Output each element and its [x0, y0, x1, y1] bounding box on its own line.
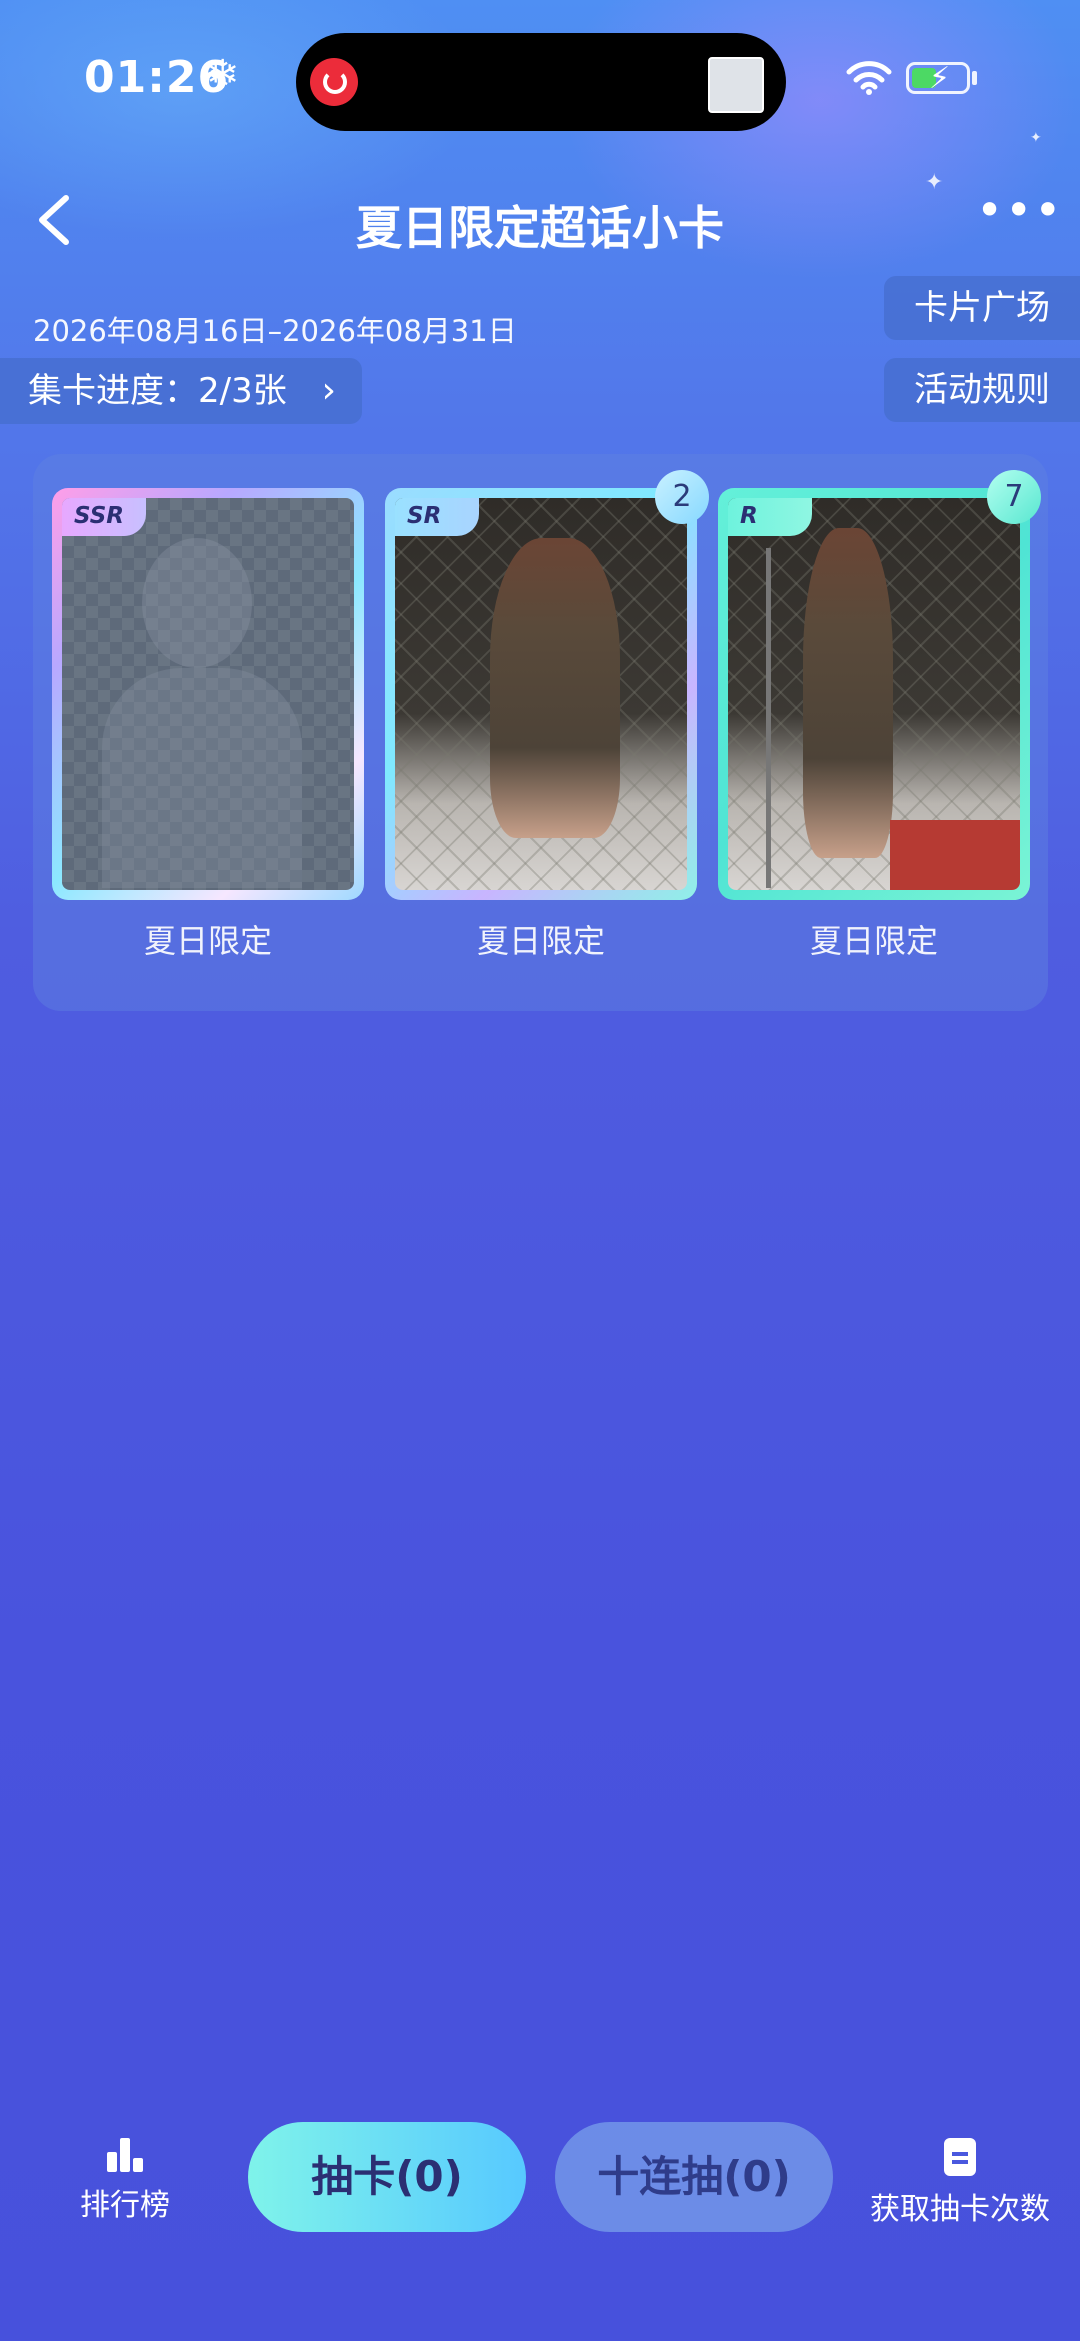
battery-icon: ⚡ [906, 61, 970, 96]
music-app-icon [310, 58, 358, 106]
more-options-icon[interactable]: ••• [976, 187, 1061, 250]
rarity-badge: SR [395, 498, 479, 536]
ten-draw-button[interactable]: 十连抽(0) [555, 2122, 833, 2232]
card-ssr[interactable]: SSR [52, 488, 364, 900]
card-photo: SR [395, 498, 687, 890]
chevron-right-icon: › [321, 370, 336, 411]
collection-progress-button[interactable]: 集卡进度：2/3张 › [0, 358, 362, 424]
album-art-icon [708, 57, 764, 113]
collection-progress-label: 集卡进度：2/3张 [28, 371, 287, 411]
get-draws-button[interactable]: 获取抽卡次数 [862, 2138, 1058, 2228]
card-photo: R [728, 498, 1020, 890]
leaderboard-label: 排行榜 [80, 2188, 170, 2223]
get-draws-label: 获取抽卡次数 [870, 2192, 1050, 2227]
snowflake-icon: ❄ [206, 52, 240, 98]
task-list-icon [944, 2138, 976, 2176]
wifi-icon [846, 61, 892, 95]
sparkle-icon: ✦ [1030, 130, 1042, 146]
card-sr[interactable]: SR [385, 488, 697, 900]
leaderboard-icon [105, 2138, 145, 2172]
rarity-badge: SSR [62, 498, 146, 536]
card-r[interactable]: R [718, 488, 1030, 900]
leaderboard-button[interactable]: 排行榜 [70, 2138, 180, 2224]
draw-card-button[interactable]: 抽卡(0) [248, 2122, 526, 2232]
card-count-badge: 7 [987, 470, 1041, 524]
card-name: 夏日限定 [476, 922, 605, 960]
card-count-badge: 2 [655, 470, 709, 524]
rarity-badge: R [728, 498, 812, 536]
activity-date-range: 2026年08月16日–2026年08月31日 [33, 314, 517, 348]
card-square-button[interactable]: 卡片广场 [884, 276, 1080, 340]
card-name: 夏日限定 [809, 922, 938, 960]
activity-rules-button[interactable]: 活动规则 [884, 358, 1080, 422]
card-name: 夏日限定 [143, 922, 272, 960]
dynamic-island[interactable] [296, 33, 786, 131]
page-title: 夏日限定超话小卡 [356, 201, 724, 255]
